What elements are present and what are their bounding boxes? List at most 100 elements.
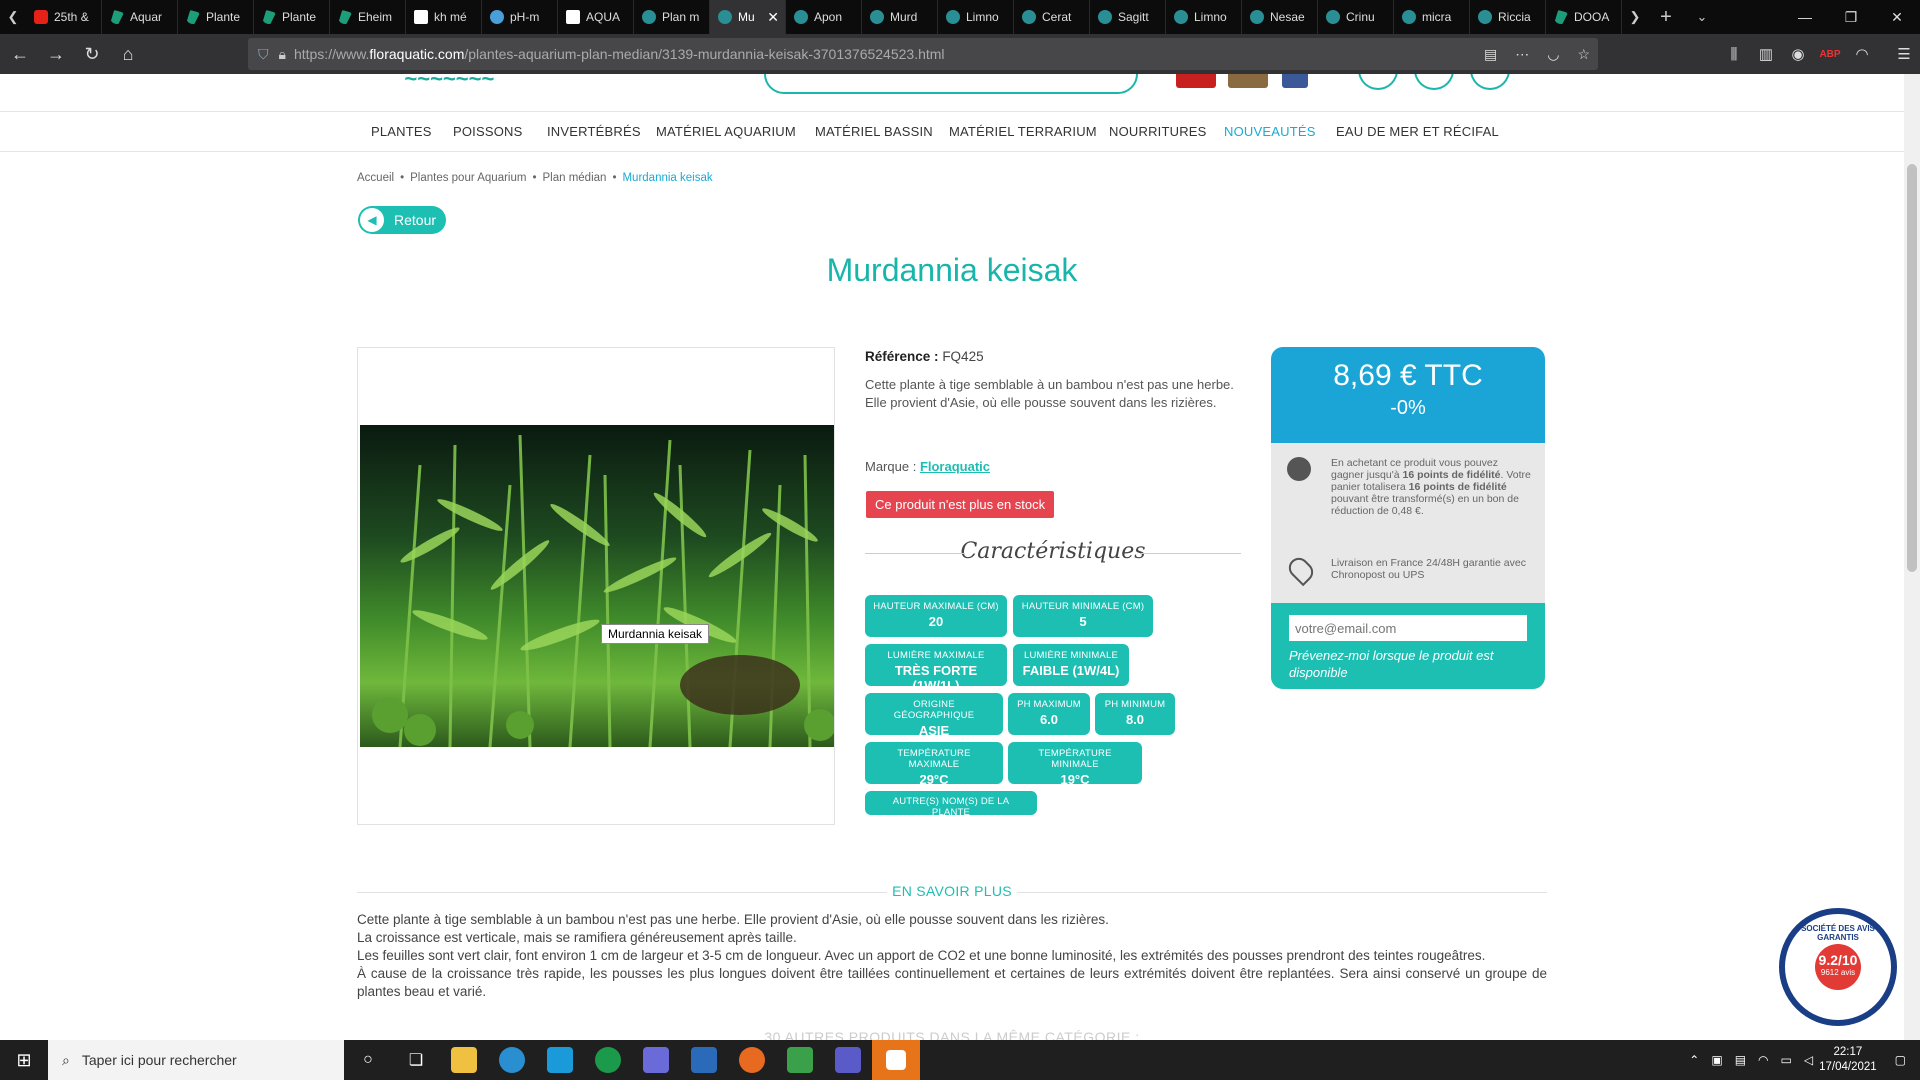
wifi-icon[interactable]: ◠ [1758,1053,1768,1067]
youtube-icon[interactable] [1176,74,1216,88]
menu-icon[interactable]: ☰ [1888,45,1920,63]
app-chart-icon[interactable] [776,1040,824,1080]
notify-button[interactable]: Prévenez-moi lorsque le produit est disp… [1289,647,1527,681]
forward-icon[interactable]: → [38,37,74,71]
breadcrumb-plantes[interactable]: Plantes pour Aquarium [410,172,526,184]
brand-link[interactable]: Floraquatic [920,459,990,474]
browser-tab[interactable]: Riccia [1470,0,1546,34]
volume-icon[interactable]: ◁ [1804,1053,1813,1067]
browser-tab[interactable]: Crinu [1318,0,1394,34]
breadcrumb-plan-median[interactable]: Plan médian [543,172,607,184]
teams-icon[interactable] [824,1040,872,1080]
page-scrollbar[interactable] [1904,74,1920,1040]
nav-materiel-aquarium[interactable]: MATÉRIEL AQUARIUM [656,124,796,139]
tray-app-icon[interactable]: ▣ [1711,1053,1722,1067]
nav-eau-de-mer[interactable]: EAU DE MER ET RÉCIFAL [1336,124,1499,139]
app-chat-icon[interactable] [632,1040,680,1080]
task-view-icon[interactable]: ❏ [392,1040,440,1080]
nav-materiel-bassin[interactable]: MATÉRIEL BASSIN [815,124,933,139]
back-icon[interactable]: ← [2,37,38,71]
app-l-icon[interactable] [536,1040,584,1080]
notify-email-input[interactable] [1289,615,1527,641]
nav-nourritures[interactable]: NOURRITURES [1109,124,1207,139]
home-icon[interactable]: ⌂ [110,37,146,71]
library-icon[interactable]: ⫼ [1718,46,1750,63]
leaf-icon [186,10,200,24]
tab-list-icon[interactable]: ⌄ [1684,0,1720,34]
tab-label: Nesae [1270,10,1305,24]
browser-tab[interactable]: pH-m [482,0,558,34]
page-title: Murdannia keisak [826,252,1078,288]
browser-tab[interactable]: Cerat [1014,0,1090,34]
nav-nouveautes[interactable]: NOUVEAUTÉS [1224,124,1316,139]
browser-tab[interactable]: Plante [178,0,254,34]
photos-icon[interactable] [680,1040,728,1080]
extension-icon[interactable]: ◠ [1846,45,1878,63]
browser-tab[interactable]: AQUA [558,0,634,34]
shield-icon[interactable]: ⛉ [258,46,269,63]
nav-materiel-terrarium[interactable]: MATÉRIEL TERRARIUM [949,124,1097,139]
description-paragraph: La croissance est verticale, mais se ram… [357,930,797,945]
scrollbar-thumb[interactable] [1907,164,1917,572]
app-green-icon[interactable] [584,1040,632,1080]
browser-tab[interactable]: 25th & [26,0,102,34]
minimize-icon[interactable]: — [1782,0,1828,34]
tab-scroll-left-icon[interactable]: ❮ [0,0,26,34]
nav-plantes[interactable]: PLANTES [371,124,432,139]
edge-icon[interactable] [488,1040,536,1080]
site-search-input[interactable] [764,74,1138,94]
reader-view-icon[interactable]: ▤ [1484,46,1497,63]
wishlist-round-icon[interactable] [1414,74,1454,90]
browser-tab[interactable]: micra [1394,0,1470,34]
battery-icon[interactable]: ▭ [1781,1053,1792,1067]
sidebar-icon[interactable]: ▥ [1750,45,1782,63]
url-bar[interactable]: ⛉ 🔒︎ https://www. floraquatic.com/plantes… [248,38,1598,70]
browser-tab[interactable]: Nesae [1242,0,1318,34]
tray-folder-icon[interactable]: ▤ [1735,1053,1746,1067]
bookmark-star-icon[interactable]: ☆ [1577,46,1590,63]
notifications-icon[interactable]: ▢ [1895,1053,1906,1067]
browser-tab[interactable]: Eheim [330,0,406,34]
firefox-icon[interactable] [728,1040,776,1080]
new-tab-icon[interactable]: + [1648,0,1684,34]
nav-poissons[interactable]: POISSONS [453,124,523,139]
avis-garantis-badge[interactable]: SOCIÉTÉ DES AVIS GARANTIS 9.2/10 9612 avi… [1779,908,1897,1026]
browser-tab[interactable]: Plan m [634,0,710,34]
page-actions-icon[interactable]: ⋯ [1515,46,1529,63]
browser-tab[interactable]: Limno [1166,0,1242,34]
product-photo[interactable] [360,425,834,747]
file-explorer-icon[interactable] [440,1040,488,1080]
windows-start-icon[interactable]: ⊞ [0,1040,48,1080]
browser-tab[interactable]: Plante [254,0,330,34]
tripadvisor-icon[interactable] [1228,74,1268,88]
browser-tab[interactable]: DOOA [1546,0,1622,34]
account-icon[interactable]: ◉ [1782,45,1814,63]
nav-invertebres[interactable]: INVERTÉBRÉS [547,124,641,139]
tray-chevron-icon[interactable]: ⌃ [1689,1053,1699,1067]
tab-scroll-right-icon[interactable]: ❯ [1622,0,1648,34]
reload-icon[interactable]: ↻ [74,37,110,71]
browser-tab[interactable]: Limno [938,0,1014,34]
char-autres-noms[interactable]: AUTRE(S) NOM(S) DE LA PLANTE [865,791,1037,818]
close-window-icon[interactable]: ✕ [1874,0,1920,34]
browser-tab[interactable]: Aquar [102,0,178,34]
pocket-icon[interactable]: ◡ [1547,46,1559,63]
browser-tab[interactable]: Apon [786,0,862,34]
facebook-icon[interactable] [1282,74,1308,88]
app-orange-icon[interactable] [872,1040,920,1080]
browser-tab[interactable]: kh mé [406,0,482,34]
breadcrumb-accueil[interactable]: Accueil [357,172,394,184]
clock[interactable]: 22:17 17/04/2021 [1819,1045,1877,1075]
account-round-icon[interactable] [1358,74,1398,90]
tab-close-icon[interactable]: ✕ [767,9,779,26]
cortana-icon[interactable]: ○ [344,1040,392,1080]
back-button[interactable]: ◀ Retour [358,206,446,234]
browser-tab[interactable]: Murd [862,0,938,34]
browser-tab[interactable]: Mu ✕ [710,0,786,34]
site-logo[interactable]: ~~~~~~~ [404,74,494,92]
restore-icon[interactable]: ❐ [1828,0,1874,34]
taskbar-search-input[interactable]: ⌕ Taper ici pour rechercher [48,1040,344,1080]
browser-tab[interactable]: Sagitt [1090,0,1166,34]
adblock-icon[interactable]: ABP [1814,49,1846,60]
cart-round-icon[interactable] [1470,74,1510,90]
